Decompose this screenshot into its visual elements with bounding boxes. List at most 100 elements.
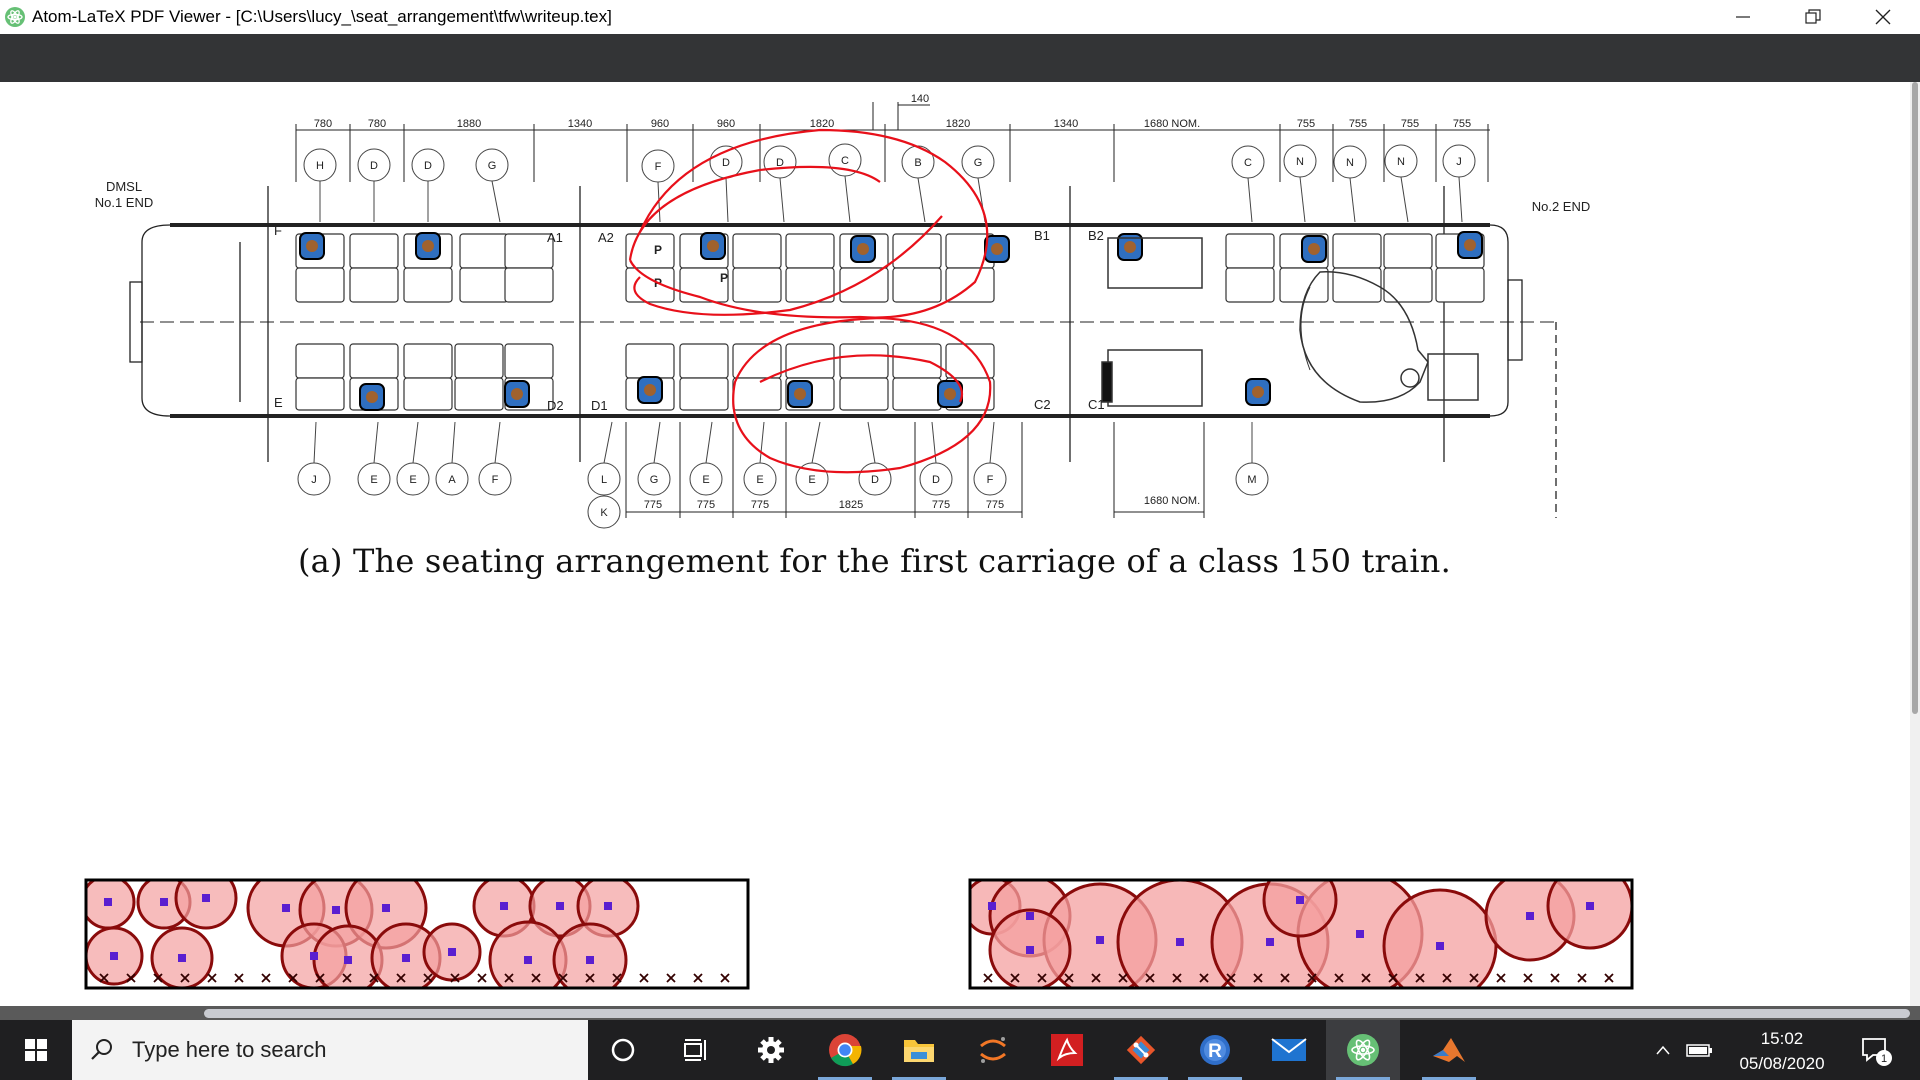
restore-button[interactable] (1778, 0, 1848, 34)
cortana-button[interactable] (586, 1020, 660, 1080)
bottom-dim-2: 775 (751, 499, 769, 511)
show-hidden-icons-button[interactable] (1648, 1020, 1678, 1080)
taskbar-clock[interactable]: 15:02 05/08/2020 (1724, 1026, 1840, 1076)
acrobat-icon (1051, 1034, 1083, 1066)
svg-text:D: D (932, 474, 940, 486)
end-left-line2: No.1 END (95, 195, 154, 210)
top-circle-13: N (1384, 144, 1418, 223)
clock-date: 05/08/2020 (1739, 1054, 1825, 1073)
door-b2: B2 (1088, 228, 1104, 243)
passenger-6 (1464, 239, 1476, 251)
settings-icon (758, 1037, 784, 1063)
notification-button[interactable]: 1 (1846, 1020, 1906, 1080)
occupant-marker-9 (1026, 946, 1034, 954)
vertical-scroll-thumb[interactable] (1912, 82, 1918, 714)
horizontal-scroll-thumb[interactable] (204, 1009, 1910, 1018)
minimize-button[interactable] (1708, 0, 1778, 34)
task-view-button[interactable] (660, 1020, 734, 1080)
passenger-12 (1252, 386, 1264, 398)
pdf-page-view[interactable]: 780 780 1880 1340 960 960 1820 1820 1340… (0, 82, 1920, 1006)
occupant-marker-12 (500, 902, 508, 910)
start-button[interactable] (0, 1020, 72, 1080)
clock-time: 15:02 (1760, 1029, 1804, 1048)
top-circle-14: J (1442, 144, 1476, 223)
svg-text:E: E (702, 474, 709, 486)
bottom-circle-4: F (478, 421, 512, 496)
top-circle-12: N (1333, 145, 1367, 223)
battery-icon (1686, 1044, 1712, 1057)
seat-bot-3 (454, 343, 504, 379)
git-button[interactable] (1104, 1020, 1178, 1080)
top-dim-2: 1880 (457, 118, 481, 130)
svg-text:R: R (1208, 1041, 1222, 1062)
bottom-circle-1: E (357, 421, 391, 496)
battery-button[interactable] (1680, 1020, 1720, 1080)
door-d2: D2 (547, 398, 564, 413)
taskbar: Type here to search R 15:02 05/08/2020 1 (0, 1020, 1920, 1080)
taskbar-search-box[interactable]: Type here to search (72, 1020, 588, 1080)
occupant-marker-4 (1266, 938, 1274, 946)
atom-icon (1347, 1034, 1379, 1066)
chevron-up-icon (1656, 1045, 1670, 1055)
extra-circle: K (587, 495, 621, 529)
close-icon (1875, 9, 1891, 25)
svg-text:E: E (370, 474, 377, 486)
seat-top-4 (504, 233, 554, 269)
atom-button[interactable] (1326, 1020, 1400, 1080)
seat-bot-10 (892, 343, 942, 379)
jupyter-button[interactable] (956, 1020, 1030, 1080)
passenger-8 (511, 388, 523, 400)
matlab-icon (1433, 1038, 1465, 1062)
svg-text:E: E (756, 474, 763, 486)
svg-text:F: F (492, 474, 499, 486)
chrome-button[interactable] (808, 1020, 882, 1080)
occupant-marker-0 (988, 902, 996, 910)
svg-text:J: J (1456, 156, 1462, 168)
svg-text:C: C (1244, 157, 1252, 169)
svg-text:C: C (841, 155, 849, 167)
occupant-marker-14 (604, 902, 612, 910)
passenger-4 (991, 243, 1003, 255)
occupant-marker-0 (104, 898, 112, 906)
passenger-5 (1308, 243, 1320, 255)
seat-bot-b-0 (295, 377, 345, 411)
seat-top-b-8 (785, 267, 835, 303)
bottom-dim-1: 775 (697, 499, 715, 511)
occupant-marker-3 (110, 952, 118, 960)
close-button[interactable] (1848, 0, 1918, 34)
top-dim-6: 1820 (810, 118, 834, 130)
bottom-circle-5: L (587, 421, 621, 496)
bottom-circle-2: E (396, 421, 430, 496)
seat-top-b-3 (459, 267, 509, 303)
title-bar[interactable]: Atom-LaTeX PDF Viewer - [C:\Users\lucy_\… (0, 0, 1920, 34)
bottom-circle-7: E (689, 421, 723, 496)
r-button[interactable]: R (1178, 1020, 1252, 1080)
horizontal-scrollbar[interactable] (0, 1006, 1920, 1020)
matlab-button[interactable] (1412, 1020, 1486, 1080)
top-circle-6: D (763, 145, 797, 223)
settings-button[interactable] (734, 1020, 808, 1080)
file-explorer-button[interactable] (882, 1020, 956, 1080)
svg-text:B: B (914, 157, 921, 169)
top-circle-3: G (475, 148, 509, 223)
seat-top-12 (1225, 233, 1275, 269)
chrome-icon (829, 1034, 862, 1067)
top-circle-0: H (303, 148, 337, 222)
svg-text:E: E (808, 474, 815, 486)
bottom-dim-5: 775 (986, 499, 1004, 511)
bottom-circle-13: M (1235, 422, 1269, 496)
bottom-dim-3: 1825 (839, 499, 863, 511)
occupant-marker-1 (1026, 912, 1034, 920)
occupant-marker-10 (1296, 896, 1304, 904)
top-circle-11: N (1283, 144, 1317, 223)
occupant-marker-16 (586, 956, 594, 964)
door-c2: C2 (1034, 397, 1051, 412)
seat-bot-0 (295, 343, 345, 379)
vertical-scrollbar[interactable] (1910, 82, 1920, 1006)
occupant-marker-15 (524, 956, 532, 964)
seat-top-8 (785, 233, 835, 269)
acrobat-button[interactable] (1030, 1020, 1104, 1080)
seat-top-b-1 (349, 267, 399, 303)
mail-button[interactable] (1252, 1020, 1326, 1080)
top-dim-8: 1340 (1054, 118, 1078, 130)
